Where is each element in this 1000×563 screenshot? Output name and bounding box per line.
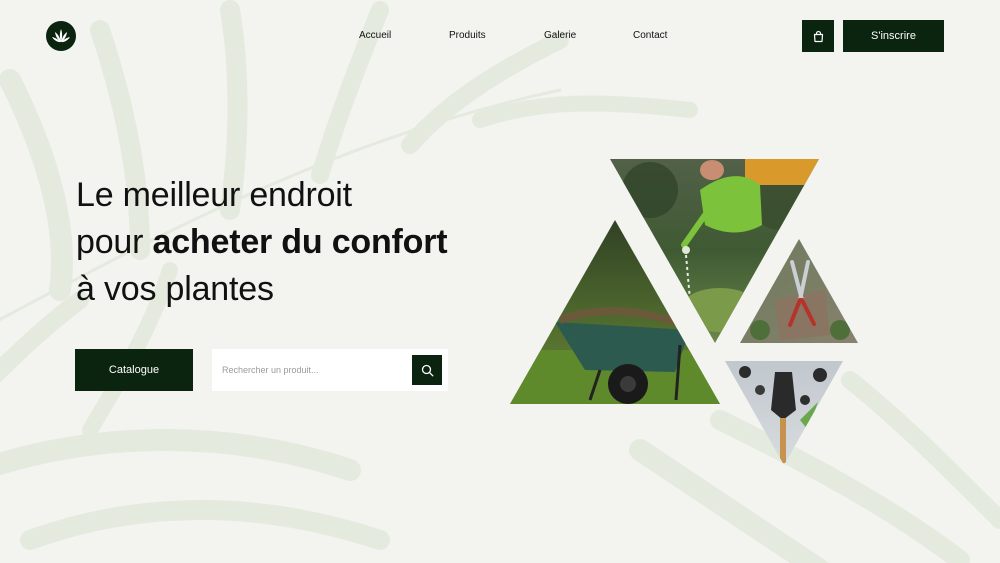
- search-icon: [421, 364, 433, 376]
- hero-headline: Le meilleur endroit pour acheter du conf…: [76, 172, 448, 313]
- headline-line-2-prefix: pour: [76, 223, 153, 261]
- leaf-logo-icon: [52, 29, 70, 43]
- cart-button[interactable]: [802, 20, 834, 52]
- signup-button[interactable]: S'inscrire: [843, 20, 944, 52]
- shopping-bag-icon: [813, 30, 823, 42]
- headline-emphasis: acheter du confort: [152, 223, 448, 261]
- search-button[interactable]: [412, 355, 442, 385]
- headline-line-1: Le meilleur endroit: [76, 176, 352, 214]
- headline-line-2: pour acheter du confort: [76, 219, 448, 266]
- garden-trowel-photo: [725, 361, 843, 465]
- catalogue-button[interactable]: Catalogue: [75, 349, 193, 391]
- nav-link-galerie[interactable]: Galerie: [544, 30, 576, 41]
- search-input[interactable]: [222, 362, 407, 378]
- nav-link-accueil[interactable]: Accueil: [359, 30, 391, 41]
- nav-link-produits[interactable]: Produits: [449, 30, 486, 41]
- headline-line-3: à vos plantes: [76, 270, 274, 308]
- brand-logo[interactable]: [46, 21, 76, 51]
- product-search: [212, 349, 448, 391]
- nav-link-contact[interactable]: Contact: [633, 30, 667, 41]
